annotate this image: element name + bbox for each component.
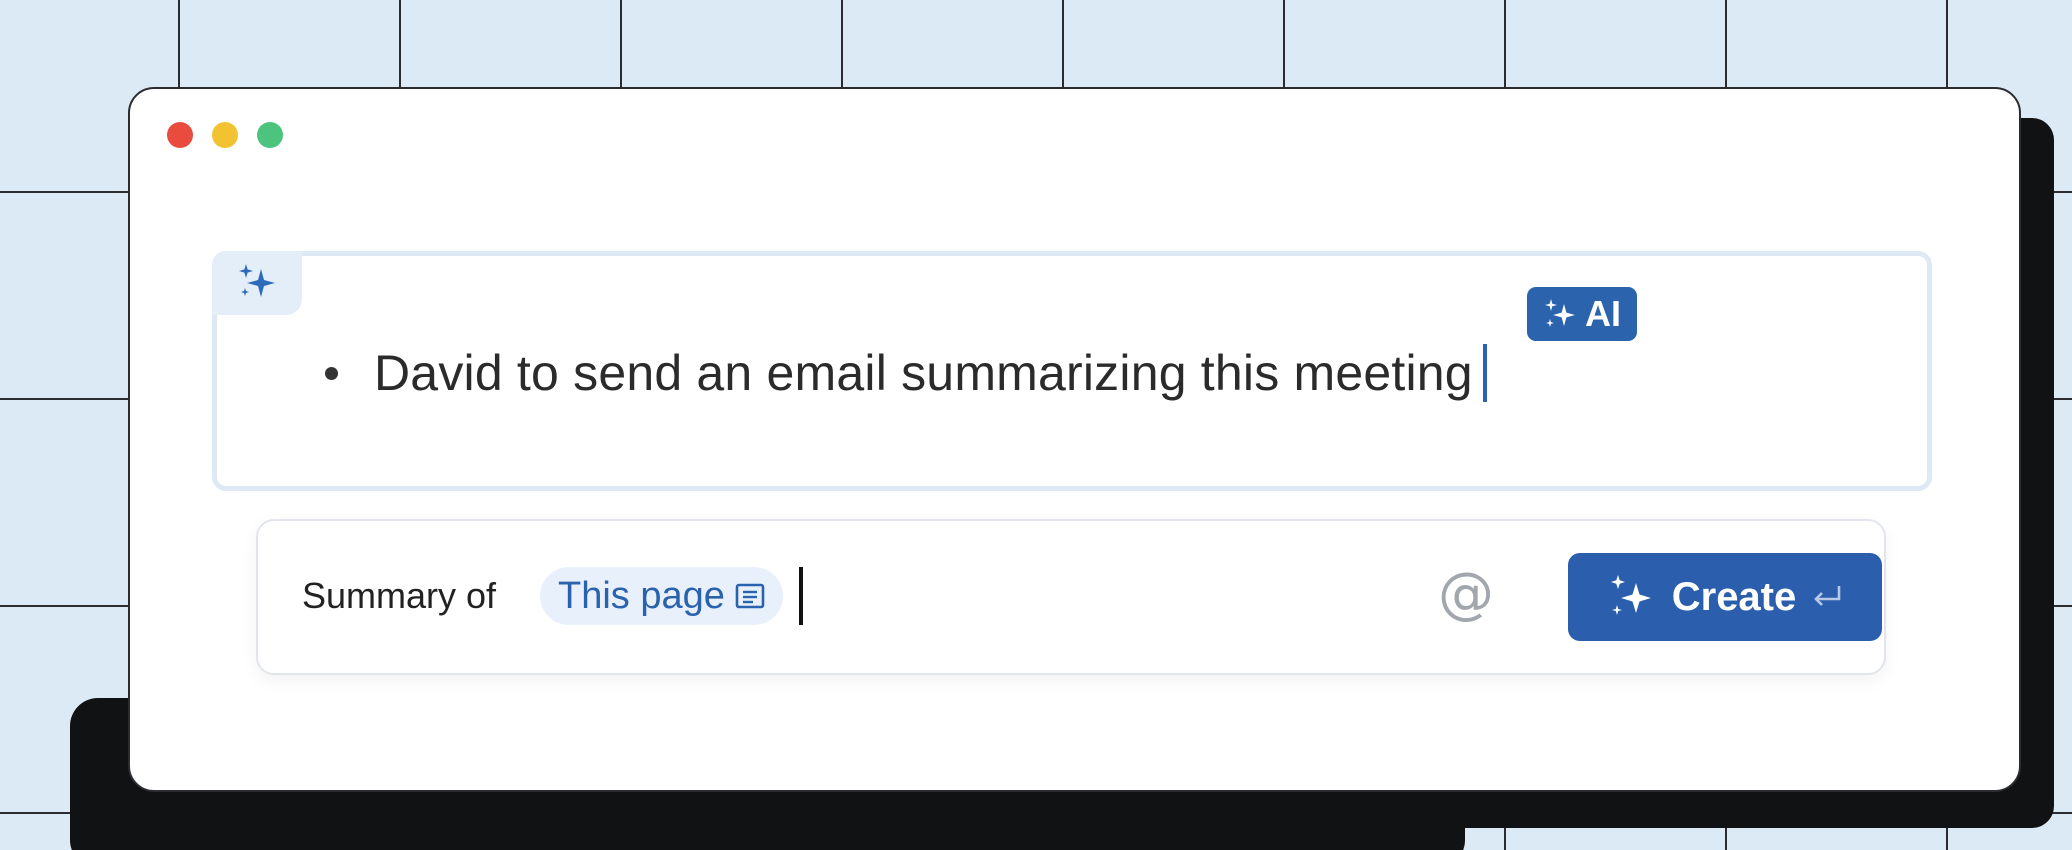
create-button-label: Create (1671, 574, 1797, 619)
app-window: AI David to send an email summarizing th… (128, 87, 2021, 792)
ai-badge: AI (1527, 287, 1637, 341)
bullet-dot (325, 366, 338, 380)
maximize-window-button[interactable] (257, 122, 283, 148)
enter-key-icon (1814, 586, 1841, 606)
input-cursor (799, 567, 803, 625)
close-window-button[interactable] (167, 122, 193, 148)
sparkles-icon (1610, 575, 1651, 615)
ai-prompt-bar[interactable]: Summary of This page @ Create (256, 519, 1886, 675)
minimize-window-button[interactable] (212, 122, 238, 148)
ai-generated-block[interactable]: AI David to send an email summarizing th… (212, 251, 1932, 491)
sparkles-icon (1545, 299, 1575, 327)
page-icon (735, 583, 765, 609)
prompt-text[interactable]: Summary of (302, 575, 496, 617)
window-controls (167, 122, 283, 148)
text-cursor (1482, 344, 1487, 402)
page-mention-chip[interactable]: This page (540, 567, 783, 625)
chip-label: This page (558, 574, 725, 617)
sparkles-icon[interactable] (212, 251, 302, 315)
mention-icon[interactable]: @ (1438, 561, 1494, 626)
bullet-list-item[interactable]: David to send an email summarizing this … (325, 344, 1487, 402)
ai-badge-label: AI (1585, 293, 1621, 334)
create-button[interactable]: Create (1568, 553, 1882, 641)
bullet-text[interactable]: David to send an email summarizing this … (374, 344, 1473, 402)
